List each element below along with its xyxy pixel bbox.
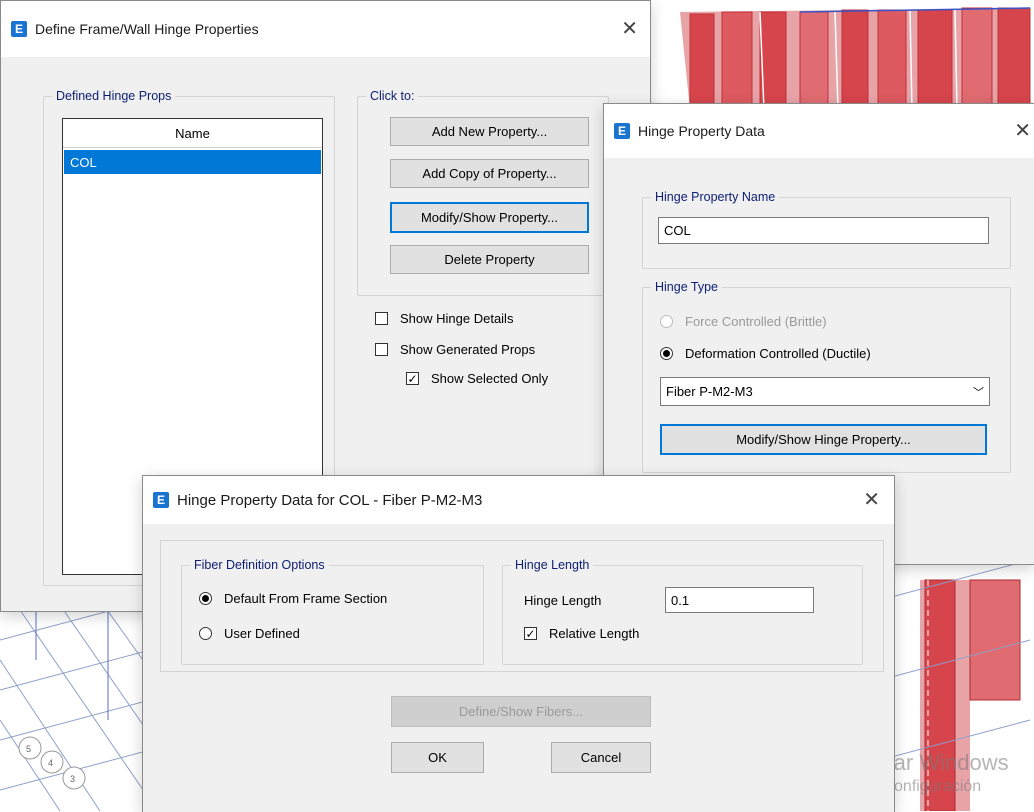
etabs-e-icon: E <box>614 123 630 139</box>
force-controlled-radio[interactable]: Force Controlled (Brittle) <box>660 314 827 329</box>
group-label: Hinge Length <box>511 558 594 572</box>
svg-text:4: 4 <box>48 758 53 768</box>
hinge-length-input[interactable]: 0.1 <box>665 587 814 613</box>
list-header-label: Name <box>175 125 210 141</box>
close-icon[interactable]: ✕ <box>1014 121 1031 141</box>
fiber-definition-options-group: Fiber Definition Options <box>181 558 484 665</box>
define-show-fibers-button[interactable]: Define/Show Fibers... <box>391 696 651 727</box>
hinge-length-label: Hinge Length <box>524 593 602 608</box>
chevron-down-icon[interactable]: ﹀ <box>973 384 984 400</box>
radio-circle[interactable] <box>199 592 212 605</box>
dialog-title: Hinge Property Data <box>638 123 765 139</box>
group-label: Click to: <box>366 89 419 103</box>
list-header[interactable]: Name <box>63 119 322 148</box>
group-label: Fiber Definition Options <box>190 558 329 572</box>
modify-show-hinge-property-button[interactable]: Modify/Show Hinge Property... <box>660 424 987 455</box>
ok-button[interactable]: OK <box>391 742 484 773</box>
title-bar: E Hinge Property Data ✕ <box>604 104 1034 158</box>
fiber-hinge-dialog: E Hinge Property Data for COL - Fiber P-… <box>142 475 895 812</box>
etabs-e-icon: E <box>11 21 27 37</box>
show-generated-props-checkbox[interactable]: Show Generated Props <box>375 342 535 357</box>
svg-text:3: 3 <box>70 774 75 784</box>
radio-circle[interactable] <box>199 627 212 640</box>
add-new-property-button[interactable]: Add New Property... <box>390 117 589 146</box>
cancel-button[interactable]: Cancel <box>551 742 651 773</box>
modify-show-property-button[interactable]: Modify/Show Property... <box>390 202 589 233</box>
default-from-frame-radio[interactable]: Default From Frame Section <box>199 591 387 606</box>
checkbox-box[interactable] <box>375 343 388 356</box>
check-icon[interactable]: ✓ <box>524 627 537 640</box>
radio-circle[interactable] <box>660 315 673 328</box>
select-value: Fiber P-M2-M3 <box>666 384 753 399</box>
radio-label: Default From Frame Section <box>224 591 388 606</box>
dialog-title: Hinge Property Data for COL - Fiber P-M2… <box>177 491 483 509</box>
list-item[interactable]: COL <box>64 150 321 174</box>
dialog-title: Define Frame/Wall Hinge Properties <box>35 21 259 37</box>
group-label: Hinge Type <box>651 280 723 294</box>
radio-label: Force Controlled (Brittle) <box>685 314 827 329</box>
user-defined-radio[interactable]: User Defined <box>199 626 300 641</box>
wall-panels-top <box>680 7 1031 111</box>
group-label: Hinge Property Name <box>651 190 780 204</box>
close-icon[interactable]: ✕ <box>863 490 880 510</box>
list-item-label: COL <box>70 154 97 170</box>
title-bar: E Define Frame/Wall Hinge Properties ✕ <box>1 1 650 57</box>
etabs-e-icon: E <box>153 492 169 508</box>
deformation-controlled-radio[interactable]: Deformation Controlled (Ductile) <box>660 346 871 361</box>
group-label: Defined Hinge Props <box>52 89 176 103</box>
add-copy-property-button[interactable]: Add Copy of Property... <box>390 159 589 188</box>
radio-circle[interactable] <box>660 347 673 360</box>
hinge-name-input[interactable]: COL <box>658 217 989 244</box>
relative-length-checkbox[interactable]: ✓ Relative Length <box>524 626 639 641</box>
radio-label: Deformation Controlled (Ductile) <box>685 346 871 361</box>
check-icon[interactable]: ✓ <box>406 372 419 385</box>
column-lines-left <box>35 600 109 720</box>
delete-property-button[interactable]: Delete Property <box>390 245 589 274</box>
show-hinge-details-checkbox[interactable]: Show Hinge Details <box>375 311 513 326</box>
show-selected-only-checkbox[interactable]: ✓ Show Selected Only <box>406 371 548 386</box>
hinge-type-select[interactable]: Fiber P-M2-M3 ﹀ <box>660 377 990 406</box>
checkbox-label: Show Generated Props <box>400 342 536 357</box>
radio-label: User Defined <box>224 626 300 641</box>
checkbox-label: Relative Length <box>549 626 640 641</box>
close-icon[interactable]: ✕ <box>621 19 638 39</box>
checkbox-box[interactable] <box>375 312 388 325</box>
checkbox-label: Show Hinge Details <box>400 311 514 326</box>
checkbox-label: Show Selected Only <box>431 371 549 386</box>
hinge-length-group: Hinge Length <box>502 558 863 665</box>
svg-text:5: 5 <box>26 744 31 754</box>
title-bar: E Hinge Property Data for COL - Fiber P-… <box>143 476 894 524</box>
